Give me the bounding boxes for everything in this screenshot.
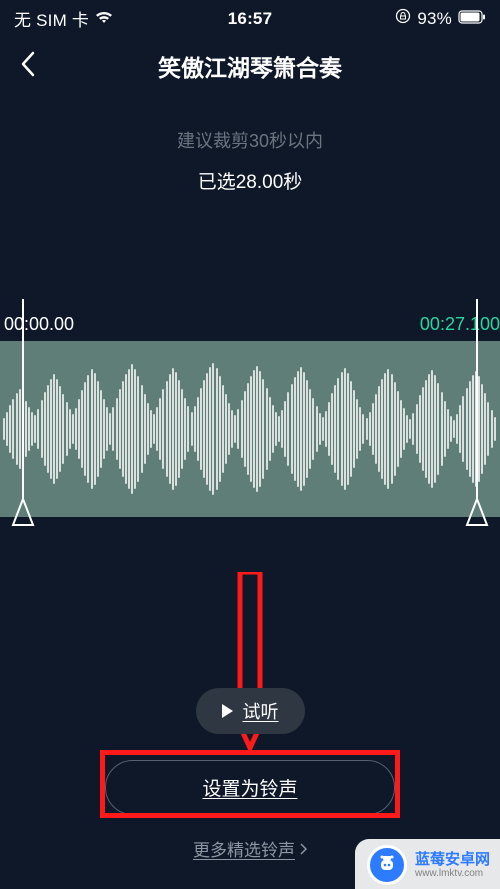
trim-handle-right[interactable] — [464, 299, 490, 534]
watermark-url: www.lmktv.com — [415, 868, 490, 879]
trim-handles — [0, 517, 500, 553]
play-icon — [222, 704, 233, 718]
trim-info: 建议裁剪30秒以内 已选28.00秒 — [0, 127, 500, 194]
status-right: 93% — [395, 8, 486, 29]
watermark-brand: 蓝莓安卓网 — [415, 851, 490, 868]
page-title: 笑傲江湖琴箫合奏 — [158, 49, 342, 83]
waveform-canvas[interactable] — [0, 341, 500, 517]
clock-text: 16:57 — [228, 9, 272, 29]
watermark-icon — [367, 845, 407, 885]
carrier-text: 无 SIM 卡 — [14, 6, 89, 31]
battery-icon — [458, 9, 486, 29]
waveform-timestamps: 00:00.00 00:27.100 — [0, 314, 500, 341]
watermark: 蓝莓安卓网 www.lmktv.com — [355, 839, 500, 889]
preview-button[interactable]: 试听 — [196, 688, 305, 734]
actions-area: 试听 设置为铃声 — [0, 688, 500, 815]
status-left: 无 SIM 卡 — [14, 6, 113, 31]
rotation-lock-icon — [395, 8, 411, 29]
more-ringtones-label: 更多精选铃声 — [193, 836, 295, 861]
back-button[interactable] — [20, 51, 44, 75]
waveform-section: 00:00.00 00:27.100 — [0, 314, 500, 553]
nav-bar: 笑傲江湖琴箫合奏 — [0, 33, 500, 93]
annotation-rectangle — [100, 750, 400, 818]
trim-hint: 建议裁剪30秒以内 — [0, 127, 500, 153]
battery-percent: 93% — [417, 9, 452, 29]
status-bar: 无 SIM 卡 16:57 93% — [0, 0, 500, 33]
more-ringtones-link[interactable]: 更多精选铃声 — [193, 836, 307, 861]
wifi-icon — [95, 9, 113, 29]
selected-duration: 已选28.00秒 — [0, 167, 500, 194]
preview-label: 试听 — [243, 698, 279, 724]
chevron-right-icon — [299, 843, 307, 855]
trim-handle-left[interactable] — [10, 299, 36, 534]
